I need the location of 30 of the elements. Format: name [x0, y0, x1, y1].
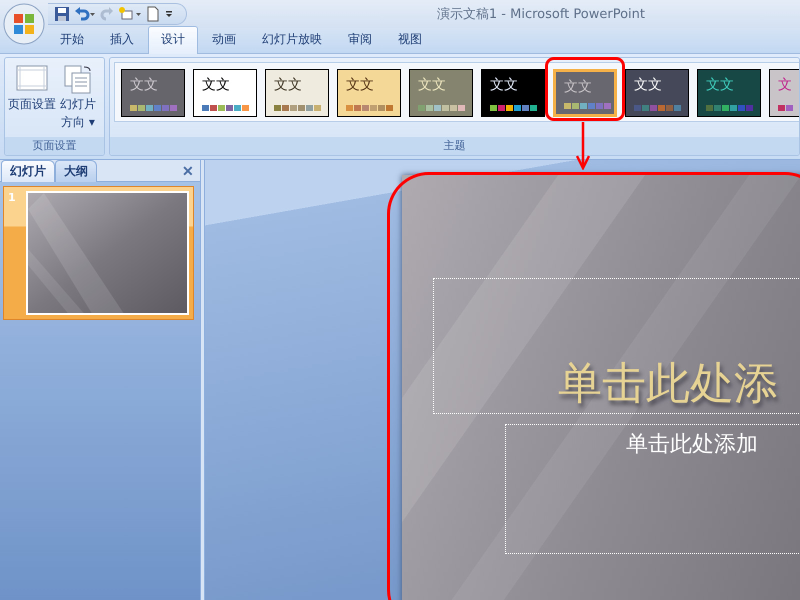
ribbon-tab[interactable]: 开始: [48, 27, 96, 53]
pane-tab[interactable]: 大纲: [55, 160, 97, 182]
down-arrow: [576, 122, 590, 170]
document-icon[interactable]: [146, 6, 160, 22]
pane-tab[interactable]: 幻灯片: [1, 160, 55, 182]
group-label: 页面设置: [5, 137, 104, 155]
theme-thumbnail[interactable]: 文文: [120, 69, 185, 117]
new-slide-icon[interactable]: [118, 6, 142, 22]
undo-icon[interactable]: [74, 6, 96, 22]
theme-thumbnail[interactable]: 文文: [696, 69, 761, 117]
close-button[interactable]: ✕: [176, 163, 200, 181]
subtitle-placeholder[interactable]: 单击此处添加: [505, 424, 800, 554]
ribbon-tab[interactable]: 动画: [200, 27, 248, 53]
theme-thumbnail[interactable]: 文文: [264, 69, 329, 117]
theme-thumbnail[interactable]: 文文: [624, 69, 689, 117]
theme-thumbnail[interactable]: 文文: [192, 69, 257, 117]
theme-thumbnail[interactable]: 文文: [336, 69, 401, 117]
group-label: 主题: [110, 137, 799, 155]
slide-number: 1: [8, 191, 17, 206]
save-icon[interactable]: [54, 6, 70, 22]
ribbon-tab[interactable]: 幻灯片放映: [250, 27, 334, 53]
slide-orientation-button[interactable]: 幻灯片 方向 ▾: [59, 62, 97, 132]
theme-thumbnail[interactable]: 文文: [480, 69, 545, 117]
ribbon-tab[interactable]: 审阅: [336, 27, 384, 53]
slide-thumbnail[interactable]: [26, 191, 189, 315]
window-title: 演示文稿1 - Microsoft PowerPoint: [436, 6, 645, 23]
ribbon-tab[interactable]: 视图: [386, 27, 434, 53]
ribbon-tab[interactable]: 设计: [148, 26, 198, 54]
page-setup-button[interactable]: 页面设置: [7, 62, 57, 114]
ribbon-tab[interactable]: 插入: [98, 27, 146, 53]
